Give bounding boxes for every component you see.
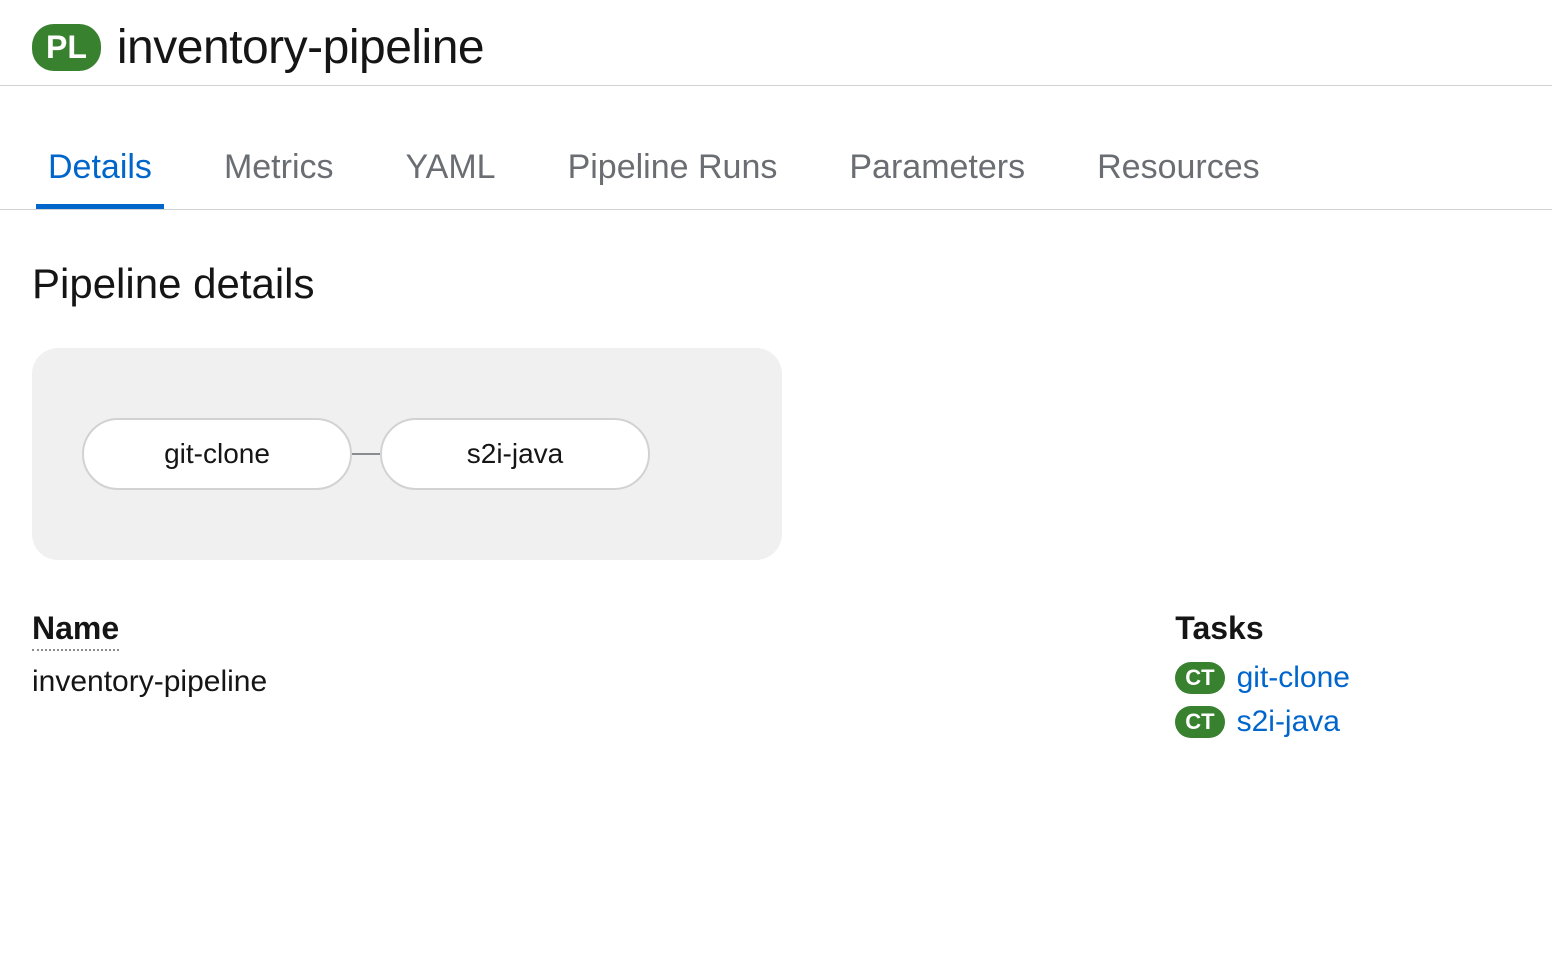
page-header: PL inventory-pipeline xyxy=(0,0,1552,85)
task-link-git-clone[interactable]: git-clone xyxy=(1237,661,1350,695)
name-label: Name xyxy=(32,610,119,651)
name-value: inventory-pipeline xyxy=(32,665,267,699)
task-connector xyxy=(352,453,380,455)
tab-pipeline-runs[interactable]: Pipeline Runs xyxy=(552,136,794,209)
tasks-label: Tasks xyxy=(1175,610,1350,647)
tab-details[interactable]: Details xyxy=(32,136,168,209)
pipeline-badge: PL xyxy=(32,24,101,70)
task-node-git-clone[interactable]: git-clone xyxy=(82,418,352,490)
tab-parameters[interactable]: Parameters xyxy=(833,136,1041,209)
content-area: Pipeline details git-clone s2i-java Name… xyxy=(0,210,1552,769)
tab-yaml[interactable]: YAML xyxy=(390,136,512,209)
cluster-task-badge: CT xyxy=(1175,662,1224,694)
tab-bar: Details Metrics YAML Pipeline Runs Param… xyxy=(0,85,1552,210)
cluster-task-badge: CT xyxy=(1175,706,1224,738)
pipeline-diagram: git-clone s2i-java xyxy=(32,348,782,560)
task-link-row: CT s2i-java xyxy=(1175,705,1350,739)
section-title: Pipeline details xyxy=(32,260,1520,308)
details-row: Name inventory-pipeline Tasks CT git-clo… xyxy=(32,610,1520,749)
task-link-row: CT git-clone xyxy=(1175,661,1350,695)
tab-metrics[interactable]: Metrics xyxy=(208,136,350,209)
task-link-s2i-java[interactable]: s2i-java xyxy=(1237,705,1340,739)
name-column: Name inventory-pipeline xyxy=(32,610,267,749)
tasks-column: Tasks CT git-clone CT s2i-java xyxy=(1175,610,1350,749)
tab-resources[interactable]: Resources xyxy=(1081,136,1276,209)
task-node-s2i-java[interactable]: s2i-java xyxy=(380,418,650,490)
page-title: inventory-pipeline xyxy=(117,20,484,75)
